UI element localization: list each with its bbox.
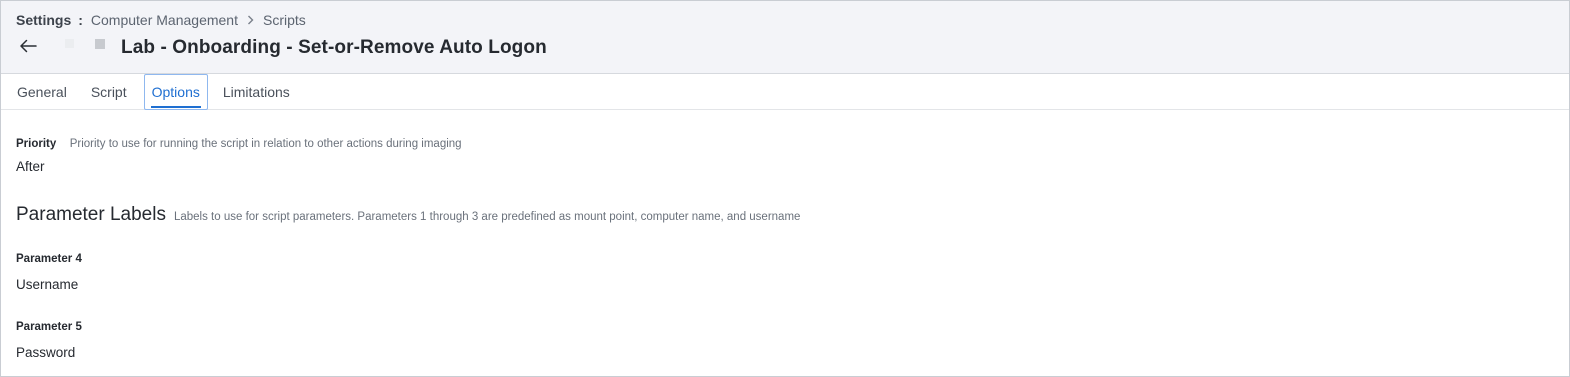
tab-limitations-label: Limitations (222, 83, 290, 100)
page-header: Settings : Computer Management Scripts L… (1, 1, 1569, 74)
parameter-5-value: Password (16, 345, 76, 360)
parameter-4-label: Parameter 4 (16, 253, 82, 265)
arrow-left-icon (19, 39, 37, 58)
tab-options-label: Options (151, 84, 200, 100)
tab-general[interactable]: General (10, 74, 74, 109)
tab-bar: General Script Options Limitations (1, 74, 1569, 110)
breadcrumb-separator: : (78, 12, 83, 28)
tab-limitations[interactable]: Limitations (216, 74, 297, 109)
priority-help-text: Priority to use for running the script i… (69, 138, 462, 150)
parameter-4-value: Username (16, 277, 79, 292)
parameter-labels-header: Parameter Labels Labels to use for scrip… (16, 204, 800, 226)
parameter-labels-help-text: Labels to use for script parameters. Par… (173, 211, 801, 223)
breadcrumb-item-computer-management[interactable]: Computer Management (91, 12, 238, 28)
breadcrumb-item-scripts[interactable]: Scripts (263, 12, 306, 28)
page-title: Lab - Onboarding - Set-or-Remove Auto Lo… (121, 37, 547, 58)
script-options-page: Settings : Computer Management Scripts L… (0, 0, 1570, 377)
parameter-labels-title: Parameter Labels (16, 204, 166, 225)
title-row: Lab - Onboarding - Set-or-Remove Auto Lo… (19, 35, 547, 61)
script-icon (95, 38, 105, 49)
chevron-right-icon (247, 13, 254, 28)
breadcrumb-root[interactable]: Settings (16, 12, 71, 28)
active-tab-indicator (150, 106, 201, 108)
priority-label: Priority (16, 138, 57, 150)
priority-value: After (16, 159, 45, 174)
placeholder-icon (65, 39, 74, 48)
tab-general-label: General (17, 83, 67, 100)
parameter-5-label: Parameter 5 (16, 321, 82, 333)
back-button[interactable] (19, 35, 49, 61)
tab-script-label: Script (90, 83, 127, 100)
tab-script[interactable]: Script (84, 74, 134, 109)
tab-options[interactable]: Options (143, 74, 208, 110)
breadcrumb: Settings : Computer Management Scripts (16, 11, 306, 29)
priority-field-header: Priority Priority to use for running the… (16, 134, 462, 152)
